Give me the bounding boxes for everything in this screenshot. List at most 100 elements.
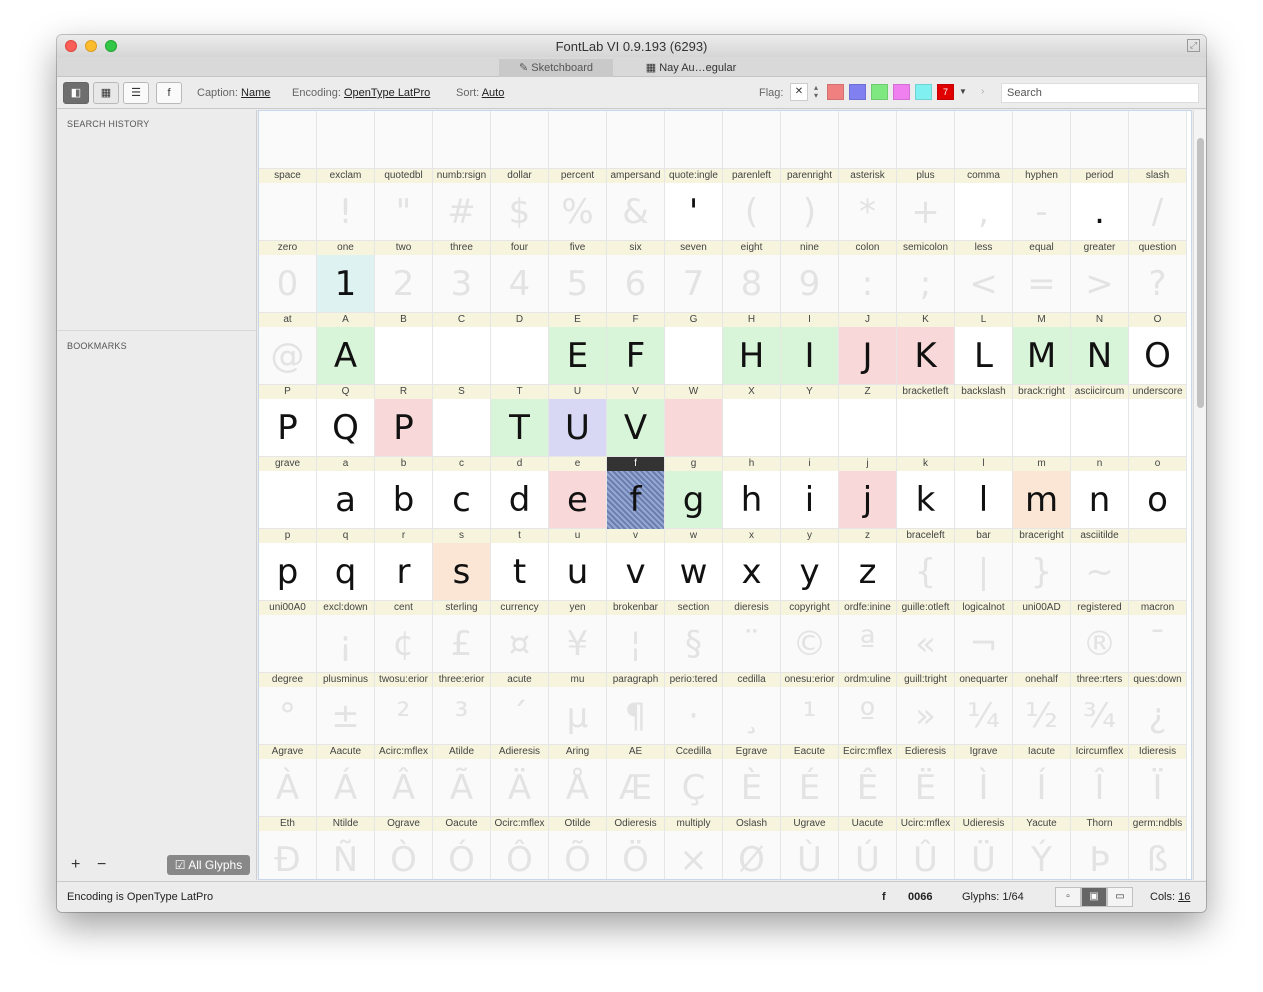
fullscreen-icon[interactable]: ⤢ bbox=[1187, 39, 1200, 52]
glyph-cell[interactable]: Agrave À bbox=[259, 745, 317, 817]
glyph-cell[interactable]: excl:down ¡ bbox=[317, 601, 375, 673]
glyph-cell[interactable]: eight 8 bbox=[723, 241, 781, 313]
cols-control[interactable]: Cols: 16 bbox=[1150, 891, 1190, 903]
glyph-cell[interactable]: numb:rsign # bbox=[433, 169, 491, 241]
glyph-cell[interactable]: Eth Ð bbox=[259, 817, 317, 879]
glyph-cell[interactable]: comma, bbox=[955, 169, 1013, 241]
glyph-cell[interactable]: currency ¤ bbox=[491, 601, 549, 673]
glyph-cell[interactable]: plus + bbox=[897, 169, 955, 241]
glyph-cell[interactable]: Atilde Ã bbox=[433, 745, 491, 817]
sort-control[interactable]: Sort: Auto bbox=[456, 87, 504, 99]
flag-green-swatch[interactable] bbox=[871, 84, 888, 100]
glyph-cell[interactable]: percent% bbox=[549, 169, 607, 241]
glyph-cell-empty[interactable] bbox=[607, 111, 665, 169]
sidebar-toggle-button[interactable]: ◧ bbox=[63, 82, 89, 104]
glyph-cell[interactable]: Edieresis Ë bbox=[897, 745, 955, 817]
list-view-button[interactable]: ☰ bbox=[123, 82, 149, 104]
glyph-cell[interactable]: Udieresis Ü bbox=[955, 817, 1013, 879]
glyph-cell[interactable]: ii bbox=[781, 457, 839, 529]
glyph-cell[interactable]: three 3 bbox=[433, 241, 491, 313]
glyph-cell[interactable]: seven 7 bbox=[665, 241, 723, 313]
glyph-cell[interactable]: MM bbox=[1013, 313, 1071, 385]
glyph-cell[interactable]: Igrave Ì bbox=[955, 745, 1013, 817]
glyph-cell[interactable]: bar | bbox=[955, 529, 1013, 601]
caption-value[interactable]: Name bbox=[241, 87, 270, 99]
glyph-cell[interactable]: zz bbox=[839, 529, 897, 601]
glyph-cell[interactable]: Icircumflex Î bbox=[1071, 745, 1129, 817]
search-input[interactable]: Search bbox=[1001, 83, 1199, 103]
glyph-cell[interactable]: guill:tright » bbox=[897, 673, 955, 745]
flag-clear-button[interactable]: ✕ bbox=[790, 83, 808, 101]
glyph-cell[interactable]: semicolon; bbox=[897, 241, 955, 313]
glyph-cell[interactable]: period. bbox=[1071, 169, 1129, 241]
glyph-cell[interactable]: Oslash Ø bbox=[723, 817, 781, 879]
glyph-cell[interactable]: oo bbox=[1129, 457, 1187, 529]
large-cells-button[interactable]: ▭ bbox=[1107, 887, 1133, 907]
glyph-cell[interactable]: logicalnot ¬ bbox=[955, 601, 1013, 673]
glyph-cell[interactable]: FF bbox=[607, 313, 665, 385]
glyph-cell[interactable]: EE bbox=[549, 313, 607, 385]
glyph-cell[interactable]: germ:ndbls ß bbox=[1129, 817, 1187, 879]
medium-cells-button[interactable]: ▣ bbox=[1081, 887, 1107, 907]
glyph-cell[interactable]: Thorn Þ bbox=[1071, 817, 1129, 879]
glyph-cell[interactable]: hh bbox=[723, 457, 781, 529]
glyph-cell[interactable]: three:rters ¾ bbox=[1071, 673, 1129, 745]
glyph-cell[interactable]: asciicircum bbox=[1071, 385, 1129, 457]
glyph-cell[interactable]: ss bbox=[433, 529, 491, 601]
glyph-cell[interactable]: Idieresis Ï bbox=[1129, 745, 1187, 817]
glyph-cell[interactable]: equal = bbox=[1013, 241, 1071, 313]
flag-cyan-swatch[interactable] bbox=[915, 84, 932, 100]
glyph-cell[interactable]: Otilde Õ bbox=[549, 817, 607, 879]
glyph-cell[interactable]: JJ bbox=[839, 313, 897, 385]
glyph-cell[interactable]: Yacute Ý bbox=[1013, 817, 1071, 879]
glyph-cell[interactable]: gg bbox=[665, 457, 723, 529]
f-button[interactable]: f bbox=[156, 82, 182, 104]
glyph-cell[interactable]: uni00AD bbox=[1013, 601, 1071, 673]
all-glyphs-button[interactable]: ☑ All Glyphs bbox=[167, 855, 250, 875]
glyph-cell[interactable]: TT bbox=[491, 385, 549, 457]
glyph-cell[interactable]: tt bbox=[491, 529, 549, 601]
glyph-cell[interactable]: nn bbox=[1071, 457, 1129, 529]
glyph-cell[interactable]: space bbox=[259, 169, 317, 241]
glyph-cell[interactable]: ff bbox=[607, 457, 665, 529]
glyph-cell[interactable]: Acirc:mflex Â bbox=[375, 745, 433, 817]
glyph-cell[interactable]: parenleft ( bbox=[723, 169, 781, 241]
glyph-cell[interactable]: twosu:erior ² bbox=[375, 673, 433, 745]
glyph-cell[interactable]: four 4 bbox=[491, 241, 549, 313]
glyph-cell[interactable]: six 6 bbox=[607, 241, 665, 313]
glyph-cell[interactable]: acute ´ bbox=[491, 673, 549, 745]
glyph-cell[interactable]: ques:down ¿ bbox=[1129, 673, 1187, 745]
glyph-cell[interactable]: ordm:uline º bbox=[839, 673, 897, 745]
glyph-cell[interactable]: VV bbox=[607, 385, 665, 457]
glyph-cell[interactable]: hyphen - bbox=[1013, 169, 1071, 241]
glyph-cell-empty[interactable] bbox=[375, 111, 433, 169]
glyph-cell[interactable]: paragraph ¶ bbox=[607, 673, 665, 745]
flag-blue-swatch[interactable] bbox=[849, 84, 866, 100]
glyph-cell[interactable]: mu µ bbox=[549, 673, 607, 745]
glyph-cell[interactable]: braceleft { bbox=[897, 529, 955, 601]
glyph-cell[interactable]: one 1 bbox=[317, 241, 375, 313]
glyph-cell[interactable]: five 5 bbox=[549, 241, 607, 313]
glyph-cell[interactable]: slash / bbox=[1129, 169, 1187, 241]
glyph-cell[interactable]: Aacute Á bbox=[317, 745, 375, 817]
glyph-cell[interactable]: yy bbox=[781, 529, 839, 601]
caption-control[interactable]: Caption: Name bbox=[197, 87, 270, 99]
glyph-cell[interactable]: AE Æ bbox=[607, 745, 665, 817]
encoding-control[interactable]: Encoding: OpenType LatPro bbox=[292, 87, 430, 99]
glyph-cell[interactable]: aa bbox=[317, 457, 375, 529]
add-bookmark-button[interactable]: + bbox=[71, 856, 80, 874]
glyph-cell[interactable]: RP bbox=[375, 385, 433, 457]
glyph-cell[interactable]: pp bbox=[259, 529, 317, 601]
glyph-cell[interactable]: uu bbox=[549, 529, 607, 601]
glyph-cell[interactable]: multiply × bbox=[665, 817, 723, 879]
glyph-cell[interactable]: Ucirc:mflex Û bbox=[897, 817, 955, 879]
flag-red-7-swatch[interactable]: 7 bbox=[937, 84, 954, 100]
glyph-cell[interactable]: xx bbox=[723, 529, 781, 601]
glyph-cell[interactable]: C bbox=[433, 313, 491, 385]
glyph-cell[interactable]: underscore bbox=[1129, 385, 1187, 457]
glyph-cell[interactable]: sterling £ bbox=[433, 601, 491, 673]
glyph-cell[interactable]: cedilla ¸ bbox=[723, 673, 781, 745]
glyph-cell[interactable]: Ccedilla Ç bbox=[665, 745, 723, 817]
glyph-cell[interactable]: II bbox=[781, 313, 839, 385]
glyph-cell[interactable]: Oacute Ó bbox=[433, 817, 491, 879]
